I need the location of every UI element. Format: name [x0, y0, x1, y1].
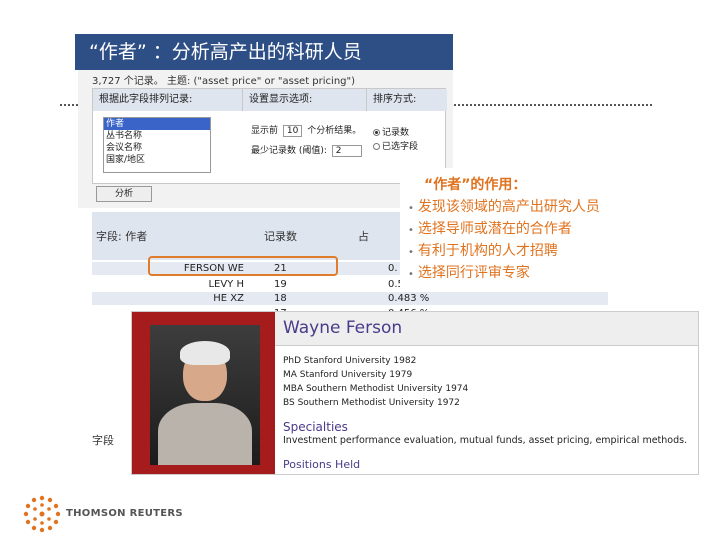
specialties-heading: Specialties — [283, 420, 348, 434]
divider-right — [450, 104, 652, 106]
sort-by-header: 排序方式: — [367, 89, 447, 111]
count-cell: 19 — [274, 279, 287, 290]
bullet-text: 有利于机构的人才招聘 — [417, 243, 558, 259]
degree-line: MA Stanford University 1979 — [283, 370, 413, 380]
callout-title: “作者”的作用： — [424, 177, 527, 193]
table-row[interactable]: HE XZ 18 0.483 % — [92, 292, 608, 305]
degree-line: BS Southern Methodist University 1972 — [283, 398, 460, 408]
field-label: 字段 — [92, 434, 114, 447]
degree-line: PhD Stanford University 1982 — [283, 356, 417, 366]
photo-shirt — [158, 403, 252, 465]
bullet-icon: • — [408, 269, 414, 280]
profile-card: Wayne Ferson PhD Stanford University 198… — [131, 311, 699, 475]
callout-bullet: • 选择同行评审专家 — [408, 263, 702, 285]
field-select-list[interactable]: 作者 丛书名称 会议名称 国家/地区 — [103, 117, 211, 173]
percent-cell: 0.483 % — [388, 293, 430, 304]
bullet-icon: • — [408, 203, 414, 214]
logo-text: THOMSON REUTERS — [66, 508, 183, 519]
callout-bullet: • 选择导师或潜在的合作者 — [408, 219, 702, 241]
min-records-label: 最少记录数 (阈值): — [251, 146, 327, 156]
photo-frame — [132, 312, 275, 474]
min-records-input[interactable]: 2 — [331, 145, 362, 157]
photo-hair — [180, 341, 230, 365]
highlight-box — [148, 256, 338, 276]
analyze-results-panel: 3,727 个记录。 主题: ("asset price" or "asset … — [78, 70, 453, 208]
thomson-reuters-logo-icon — [23, 495, 61, 533]
analyze-button[interactable]: 分析 — [96, 186, 152, 202]
display-options-header: 设置显示选项: — [243, 89, 367, 111]
show-prefix-label: 显示前 — [251, 126, 279, 136]
field-option[interactable]: 丛书名称 — [104, 130, 210, 142]
profile-photo — [150, 325, 260, 465]
field-option[interactable]: 国家/地区 — [104, 154, 210, 166]
rank-field-header: 根据此字段排列记录: — [93, 89, 243, 111]
profile-name-bar: Wayne Ferson — [275, 312, 698, 346]
table-header: 字段: 作者 记录数 占 — [92, 212, 432, 260]
degree-line: MBA Southern Methodist University 1974 — [283, 384, 469, 394]
callout-box: “作者”的作用： • 发现该领域的高产出研究人员 • 选择导师或潜在的合作者 • 有利… — [400, 168, 710, 289]
radio-selected-icon[interactable] — [373, 129, 380, 136]
field-option[interactable]: 会议名称 — [104, 142, 210, 154]
bullet-text: 选择导师或潜在的合作者 — [417, 221, 572, 237]
options-frame: 根据此字段排列记录: 设置显示选项: 排序方式: 作者 丛书名称 会议名称 国家… — [92, 88, 447, 184]
positions-heading: Positions Held — [283, 458, 361, 471]
percent-cell: 0. — [388, 263, 398, 274]
callout-bullet: • 发现该领域的高产出研究人员 — [408, 197, 702, 219]
show-count-select[interactable]: 10 — [282, 125, 303, 137]
column-header-author: 字段: 作者 — [96, 230, 148, 243]
radio-icon[interactable] — [373, 143, 380, 150]
author-cell[interactable]: HE XZ — [213, 292, 244, 305]
show-count-row: 显示前 10 个分析结果。 — [251, 123, 361, 137]
sort-option-field[interactable]: 已选字段 — [373, 139, 418, 152]
bullet-icon: • — [408, 247, 414, 258]
sort-option-label: 记录数 — [382, 128, 410, 138]
slide-title: “作者” ：分析高产出的科研人员 — [75, 34, 453, 70]
sort-option-label: 已选字段 — [382, 142, 419, 152]
author-cell[interactable]: LEVY H — [208, 278, 244, 291]
column-header-percent: 占 — [358, 230, 369, 243]
bullet-text: 发现该领域的高产出研究人员 — [417, 199, 600, 215]
min-records-row: 最少记录数 (阈值): 2 — [251, 143, 364, 157]
callout-bullet: • 有利于机构的人才招聘 — [408, 241, 702, 263]
show-suffix-label: 个分析结果。 — [307, 126, 362, 136]
profile-name: Wayne Ferson — [283, 318, 403, 338]
field-option[interactable]: 作者 — [104, 118, 210, 130]
query-summary: 3,727 个记录。 主题: ("asset price" or "asset … — [92, 76, 356, 87]
count-cell: 18 — [274, 293, 287, 304]
bullet-icon: • — [408, 225, 414, 236]
sort-option-records[interactable]: 记录数 — [373, 125, 409, 138]
column-header-count: 记录数 — [264, 230, 297, 243]
bullet-text: 选择同行评审专家 — [417, 265, 530, 281]
specialties-text: Investment performance evaluation, mutua… — [283, 435, 688, 446]
